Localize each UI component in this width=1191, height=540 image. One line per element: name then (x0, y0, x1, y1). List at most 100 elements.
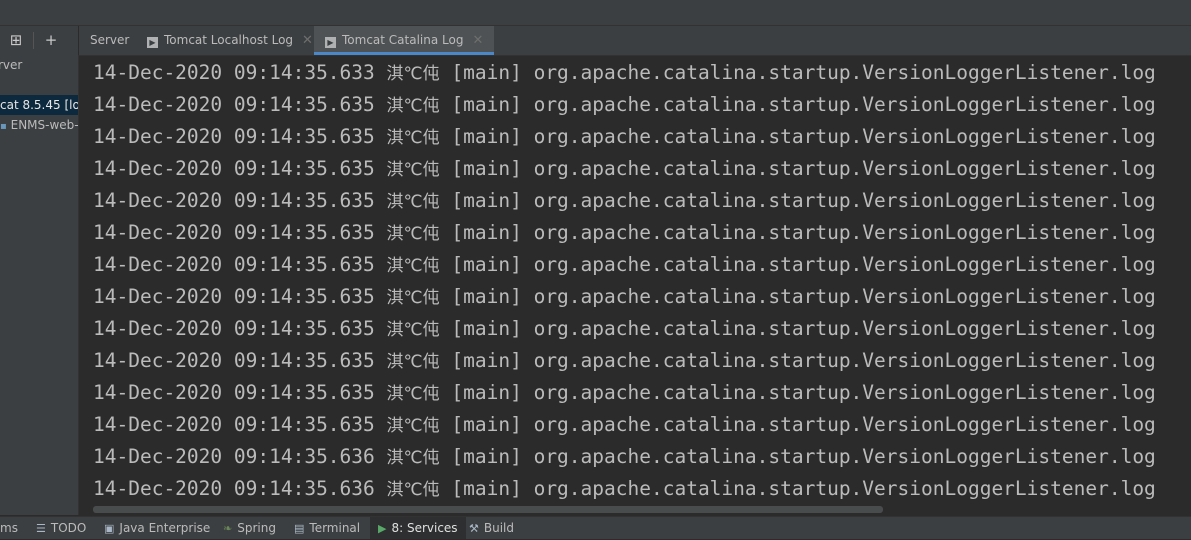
log-logger: org.apache.catalina.startup.VersionLogge… (533, 477, 1156, 500)
services-icon: ▶ (378, 522, 387, 535)
add-icon[interactable]: + (41, 30, 61, 50)
log-line: 14-Dec-2020 09:14:35.635 淇℃伅 [main] org.… (93, 121, 1156, 153)
tab-tomcat-localhost-log[interactable]: ▶ Tomcat Localhost Log ✕ (147, 26, 313, 55)
log-logger: org.apache.catalina.startup.VersionLogge… (533, 381, 1156, 404)
log-thread: [main] (451, 93, 522, 116)
spring-icon: ❧ (223, 522, 233, 535)
tool-tab-label: Java Enterprise (119, 521, 211, 535)
log-time: 09:14:35.633 (233, 61, 375, 84)
log-logger: org.apache.catalina.startup.VersionLogge… (533, 189, 1156, 212)
log-thread: [main] (451, 445, 522, 468)
log-level: 淇℃伅 (386, 448, 440, 468)
log-line: 14-Dec-2020 09:14:35.635 淇℃伅 [main] org.… (93, 217, 1156, 249)
log-level: 淇℃伅 (386, 224, 440, 244)
tab-server[interactable]: Server (90, 26, 129, 55)
log-thread: [main] (451, 381, 522, 404)
build-icon: ⚒ (469, 522, 479, 535)
log-date: 14-Dec-2020 (93, 381, 223, 404)
terminal-icon: ▤ (294, 522, 305, 535)
services-toolbar: ⊞ + (0, 26, 78, 56)
log-date: 14-Dec-2020 (93, 93, 223, 116)
log-date: 14-Dec-2020 (93, 157, 223, 180)
log-date: 14-Dec-2020 (93, 477, 223, 500)
log-line: 14-Dec-2020 09:14:35.635 淇℃伅 [main] org.… (93, 153, 1156, 185)
tool-tab-label: 8: Services (391, 521, 458, 535)
log-level: 淇℃伅 (386, 192, 440, 212)
log-time: 09:14:35.635 (233, 381, 375, 404)
tool-tab-services[interactable]: ▶ 8: Services (370, 517, 466, 539)
log-line: 14-Dec-2020 09:14:35.635 淇℃伅 [main] org.… (93, 313, 1156, 345)
log-date: 14-Dec-2020 (93, 189, 223, 212)
log-line: 14-Dec-2020 09:14:35.636 淇℃伅 [main] org.… (93, 441, 1156, 473)
log-level: 淇℃伅 (386, 128, 440, 148)
services-tree: rver cat 8.5.45 [lo ▪ ENMS-web- (0, 55, 79, 515)
log-level: 淇℃伅 (386, 160, 440, 180)
log-thread: [main] (451, 125, 522, 148)
tool-tab-problems[interactable]: ms (0, 517, 18, 539)
close-icon[interactable]: ✕ (302, 33, 313, 48)
log-time: 09:14:35.635 (233, 125, 375, 148)
log-line: 14-Dec-2020 09:14:35.635 淇℃伅 [main] org.… (93, 89, 1156, 121)
tool-tab-label: TODO (50, 521, 87, 535)
log-logger: org.apache.catalina.startup.VersionLogge… (533, 413, 1156, 436)
layout-icon[interactable]: ⊞ (6, 30, 26, 50)
tree-item-tomcat[interactable]: cat 8.5.45 [lo (0, 95, 78, 115)
log-line: 14-Dec-2020 09:14:35.636 淇℃伅 [main] org.… (93, 473, 1156, 505)
tool-tab-label: Spring (237, 521, 276, 535)
log-level: 淇℃伅 (386, 480, 440, 500)
close-icon[interactable]: ✕ (472, 33, 483, 48)
log-thread: [main] (451, 317, 522, 340)
log-logger: org.apache.catalina.startup.VersionLogge… (533, 61, 1156, 84)
console-icon: ▶ (147, 37, 158, 48)
log-time: 09:14:35.635 (233, 413, 375, 436)
log-level: 淇℃伅 (386, 416, 440, 436)
log-time: 09:14:35.636 (233, 477, 375, 500)
log-logger: org.apache.catalina.startup.VersionLogge… (533, 157, 1156, 180)
log-time: 09:14:35.635 (233, 93, 375, 116)
log-line: 14-Dec-2020 09:14:35.635 淇℃伅 [main] org.… (93, 281, 1156, 313)
tree-item-artifact[interactable]: ▪ ENMS-web- (0, 115, 79, 135)
horizontal-scrollbar[interactable] (93, 506, 883, 513)
console-icon: ▶ (325, 37, 336, 48)
tool-tab-label: ms (0, 521, 18, 535)
log-time: 09:14:35.635 (233, 349, 375, 372)
log-level: 淇℃伅 (386, 320, 440, 340)
log-date: 14-Dec-2020 (93, 253, 223, 276)
log-logger: org.apache.catalina.startup.VersionLogge… (533, 93, 1156, 116)
log-level: 淇℃伅 (386, 256, 440, 276)
log-thread: [main] (451, 349, 522, 372)
toolbar-separator (33, 32, 34, 49)
log-thread: [main] (451, 221, 522, 244)
log-time: 09:14:35.635 (233, 221, 375, 244)
log-date: 14-Dec-2020 (93, 413, 223, 436)
log-thread: [main] (451, 61, 522, 84)
log-time: 09:14:35.635 (233, 189, 375, 212)
log-thread: [main] (451, 189, 522, 212)
log-line: 14-Dec-2020 09:14:35.635 淇℃伅 [main] org.… (93, 249, 1156, 281)
log-logger: org.apache.catalina.startup.VersionLogge… (533, 445, 1156, 468)
log-time: 09:14:35.635 (233, 285, 375, 308)
tool-tab-java-enterprise[interactable]: ▣ Java Enterprise (104, 517, 210, 539)
log-line: 14-Dec-2020 09:14:35.635 淇℃伅 [main] org.… (93, 185, 1156, 217)
tool-tab-terminal[interactable]: ▤ Terminal (294, 517, 360, 539)
log-line: 14-Dec-2020 09:14:35.635 淇℃伅 [main] org.… (93, 377, 1156, 409)
log-date: 14-Dec-2020 (93, 285, 223, 308)
artifact-icon: ▪ (0, 121, 7, 132)
log-level: 淇℃伅 (386, 64, 440, 84)
tool-tab-build[interactable]: ⚒ Build (469, 517, 514, 539)
tree-item-label: cat 8.5.45 [lo (0, 98, 79, 112)
log-date: 14-Dec-2020 (93, 445, 223, 468)
console-output[interactable]: 14-Dec-2020 09:14:35.633 淇℃伅 [main] org.… (79, 56, 1191, 515)
tool-tab-todo[interactable]: ☰ TODO (36, 517, 86, 539)
log-time: 09:14:35.635 (233, 253, 375, 276)
tab-tomcat-catalina-log[interactable]: ▶ Tomcat Catalina Log ✕ (314, 26, 495, 55)
tool-tab-label: Build (483, 521, 514, 535)
log-logger: org.apache.catalina.startup.VersionLogge… (533, 221, 1156, 244)
tree-item-label: ENMS-web- (10, 118, 79, 132)
log-level: 淇℃伅 (386, 384, 440, 404)
tool-tab-spring[interactable]: ❧ Spring (223, 517, 276, 539)
log-level: 淇℃伅 (386, 352, 440, 372)
log-logger: org.apache.catalina.startup.VersionLogge… (533, 317, 1156, 340)
tree-item-server[interactable]: rver (0, 55, 78, 75)
log-thread: [main] (451, 285, 522, 308)
